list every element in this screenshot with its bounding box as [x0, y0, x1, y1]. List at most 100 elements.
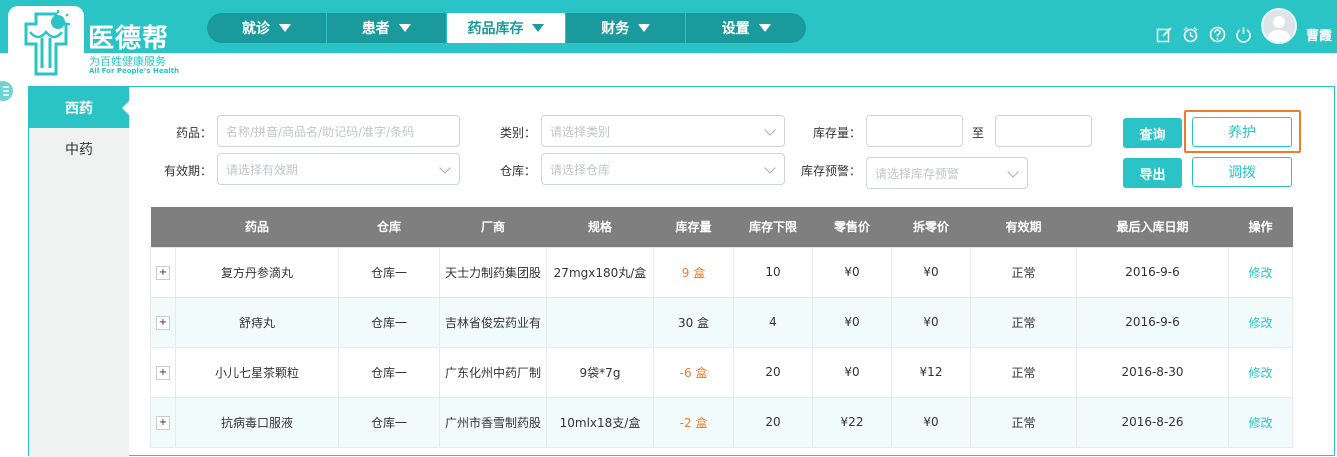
cell-last-in-date: 2016-9-6 — [1076, 296, 1229, 348]
cell-drug: 抗病毒口服液 — [175, 396, 339, 448]
cell-last-in-date: 2016-9-6 — [1076, 246, 1229, 298]
nav-tab-label: 患者 — [361, 21, 390, 37]
edit-link[interactable]: 修改 — [1228, 396, 1293, 448]
stock-label: 库存量： — [812, 126, 861, 140]
nav-tab-label: 设置 — [721, 21, 750, 37]
cell-drug: 复方丹参滴丸 — [175, 246, 339, 298]
query-button[interactable]: 查询 — [1123, 118, 1182, 148]
user-name[interactable]: 曹霞 — [1306, 25, 1332, 44]
cell-maker: 吉林省俊宏药业有 — [439, 296, 547, 348]
nav-tab-label: 财务 — [601, 21, 630, 37]
drug-inventory-table: 药品 仓库 厂商 规格 库存量 库存下限 零售价 拆零价 有效期 最后入库日期 … — [150, 207, 1293, 448]
sidebar-item-chinese-medicine[interactable]: 中药 — [29, 128, 129, 169]
logo[interactable] — [8, 6, 84, 80]
drug-search-placeholder: 名称/拼音/商品名/助记码/准字/条码 — [226, 124, 415, 139]
transfer-button-label: 调拨 — [1228, 165, 1256, 181]
caret-down-icon — [398, 24, 411, 32]
edit-icon[interactable] — [1156, 26, 1173, 43]
hamburger-icon — [3, 86, 9, 96]
table-row: + 舒痔丸 仓库一 吉林省俊宏药业有 30 盒 4 ¥0 ¥0 正常 2016-… — [150, 296, 1293, 348]
edit-link[interactable]: 修改 — [1228, 246, 1293, 298]
cell-spec: 9袋*7g — [546, 346, 654, 398]
cell-stock: 30 盒 — [653, 296, 734, 348]
cell-warehouse: 仓库一 — [338, 396, 440, 448]
user-avatar-icon — [1263, 10, 1295, 42]
cell-maker: 天士力制药集团股 — [439, 246, 547, 298]
expand-row-button[interactable]: + — [156, 416, 170, 430]
warehouse-select[interactable]: 请选择仓库 — [541, 153, 785, 185]
stock-alert-select[interactable]: 请选择库存预警 — [866, 157, 1028, 189]
cell-warehouse: 仓库一 — [338, 346, 440, 398]
cell-split-price: ¥12 — [891, 346, 971, 398]
expand-cell: + — [150, 246, 176, 298]
avatar[interactable] — [1261, 8, 1297, 44]
edit-link[interactable]: 修改 — [1228, 346, 1293, 398]
cell-stock: -6 盒 — [653, 346, 734, 398]
transfer-button[interactable]: 调拨 — [1192, 157, 1292, 187]
category-select[interactable]: 请选择类别 — [541, 115, 785, 147]
sidebar-item-western-medicine[interactable]: 西药 — [29, 87, 129, 128]
expiry-placeholder: 请选择有效期 — [226, 162, 299, 177]
expand-row-button[interactable]: + — [156, 316, 170, 330]
cell-stock: -2 盒 — [653, 396, 734, 448]
caret-down-icon — [758, 24, 771, 32]
stock-min-input[interactable] — [866, 115, 963, 147]
sidebar-item-label: 西药 — [65, 100, 93, 117]
column-header: 拆零价 — [891, 207, 971, 247]
maintain-button[interactable]: 养护 — [1192, 117, 1292, 147]
caret-down-icon — [532, 24, 545, 32]
column-header: 零售价 — [812, 207, 892, 247]
cell-retail-price: ¥0 — [812, 346, 892, 398]
cell-drug: 舒痔丸 — [175, 296, 339, 348]
cell-expiry: 正常 — [970, 396, 1077, 448]
nav-tab-label: 就诊 — [241, 21, 270, 37]
menu-toggle-icon[interactable] — [0, 81, 13, 101]
expiry-select[interactable]: 请选择有效期 — [217, 153, 460, 185]
cell-retail-price: ¥0 — [812, 296, 892, 348]
nav-tab-settings[interactable]: 设置 — [686, 13, 806, 43]
sidebar: 西药 中药 — [29, 87, 129, 457]
expand-cell: + — [150, 296, 176, 348]
category-label: 类别： — [499, 126, 536, 140]
cell-min-stock: 20 — [733, 346, 813, 398]
cell-spec — [546, 296, 654, 348]
timer-icon[interactable] — [1182, 26, 1199, 43]
nav-tab-drug-inventory[interactable]: 药品库存 — [446, 13, 567, 43]
column-header: 有效期 — [970, 207, 1077, 247]
nav-tab-patients[interactable]: 患者 — [327, 13, 447, 43]
nav-tab-finance[interactable]: 财务 — [566, 13, 687, 43]
drug-search-input[interactable]: 名称/拼音/商品名/助记码/准字/条码 — [217, 115, 460, 147]
warehouse-label: 仓库： — [499, 164, 536, 178]
cell-split-price: ¥0 — [891, 396, 971, 448]
cell-retail-price: ¥0 — [812, 246, 892, 298]
expand-row-button[interactable]: + — [156, 266, 170, 280]
maintain-button-label: 养护 — [1228, 125, 1256, 141]
cell-drug: 小儿七星茶颗粒 — [175, 346, 339, 398]
main-nav: 就诊 患者 药品库存 财务 设置 — [207, 13, 806, 43]
cell-maker: 广州市香雪制药股 — [439, 396, 547, 448]
category-placeholder: 请选择类别 — [550, 124, 611, 139]
chevron-down-icon — [764, 124, 776, 136]
cell-split-price: ¥0 — [891, 296, 971, 348]
chevron-down-icon — [764, 162, 776, 174]
cell-warehouse: 仓库一 — [338, 296, 440, 348]
expand-row-button[interactable]: + — [156, 366, 170, 380]
nav-tab-visit[interactable]: 就诊 — [207, 13, 327, 43]
edit-link[interactable]: 修改 — [1228, 296, 1293, 348]
cell-stock: 9 盒 — [653, 246, 734, 298]
table-row: + 小儿七星茶颗粒 仓库一 广东化州中药厂制 9袋*7g -6 盒 20 ¥0 … — [150, 346, 1293, 398]
column-header: 最后入库日期 — [1076, 207, 1229, 247]
column-header: 库存下限 — [733, 207, 813, 247]
brand-name: 医德帮 — [88, 24, 170, 54]
export-button[interactable]: 导出 — [1123, 158, 1182, 188]
expand-cell: + — [150, 396, 176, 448]
table-row: + 复方丹参滴丸 仓库一 天士力制药集团股 27mgx180丸/盒 9 盒 10… — [150, 246, 1293, 298]
stock-max-input[interactable] — [995, 115, 1092, 147]
power-icon[interactable] — [1235, 26, 1252, 43]
caret-down-icon — [278, 24, 291, 32]
help-icon[interactable] — [1209, 26, 1226, 43]
brand-tagline: All For People’s Health — [89, 67, 180, 75]
column-header: 药品 — [175, 207, 339, 247]
nav-tab-label: 药品库存 — [467, 21, 524, 37]
sidebar-item-label: 中药 — [65, 141, 93, 158]
